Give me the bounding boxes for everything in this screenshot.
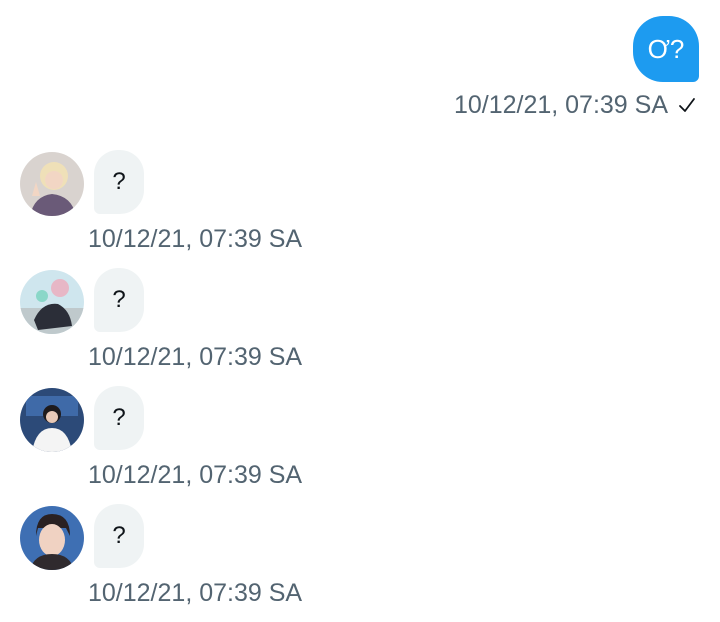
sent-message-text: Ơ?	[647, 33, 685, 64]
received-message-text: ?	[112, 168, 126, 195]
received-message: ? 10/12/21, 07:39 SA	[0, 150, 720, 268]
received-message-bubble[interactable]: ?	[94, 504, 144, 568]
received-message-text: ?	[112, 522, 126, 549]
received-message-text: ?	[112, 404, 126, 431]
received-message-timestamp: 10/12/21, 07:39 SA	[88, 225, 303, 253]
received-message-bubble[interactable]: ?	[94, 386, 144, 450]
received-message-bubble[interactable]: ?	[94, 268, 144, 332]
check-icon	[678, 96, 696, 114]
avatar[interactable]	[20, 506, 84, 570]
received-message-timestamp: 10/12/21, 07:39 SA	[88, 461, 303, 489]
sent-message-timestamp: 10/12/21, 07:39 SA	[453, 90, 668, 119]
received-message-timestamp: 10/12/21, 07:39 SA	[88, 343, 303, 371]
avatar[interactable]	[20, 388, 84, 452]
received-message-text: ?	[112, 286, 126, 313]
received-message: ? 10/12/21, 07:39 SA	[0, 504, 720, 622]
sent-message-bubble[interactable]: Ơ?	[633, 16, 699, 82]
received-message-bubble[interactable]: ?	[94, 150, 144, 214]
avatar[interactable]	[20, 270, 84, 334]
received-message-timestamp: 10/12/21, 07:39 SA	[88, 579, 303, 607]
sent-message-meta: 10/12/21, 07:39 SA	[454, 88, 696, 122]
received-message: ? 10/12/21, 07:39 SA	[0, 386, 720, 504]
received-message: ? 10/12/21, 07:39 SA	[0, 268, 720, 386]
avatar[interactable]	[20, 152, 84, 216]
